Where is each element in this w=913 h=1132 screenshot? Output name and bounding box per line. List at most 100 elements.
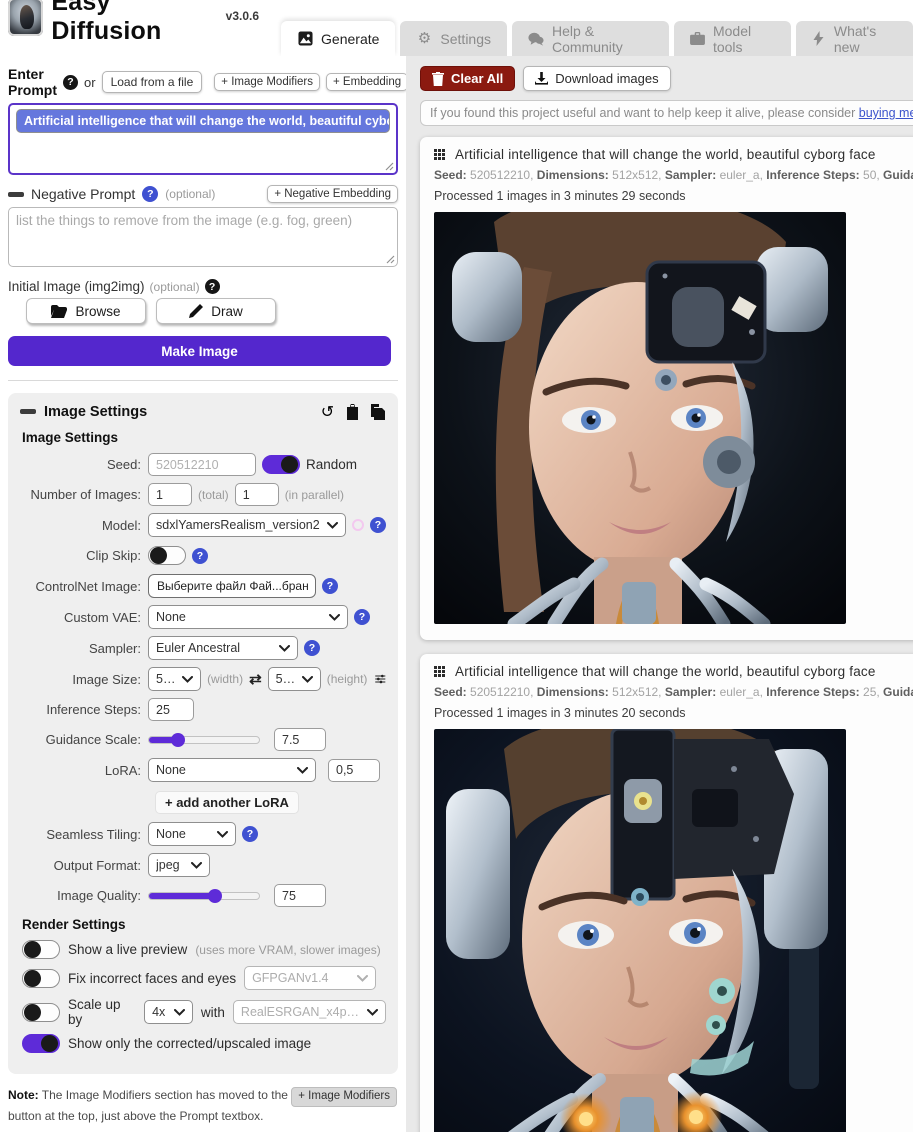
output-format-select[interactable]: jpeg [148, 853, 210, 877]
seamless-tiling-help-icon[interactable]: ? [242, 826, 258, 842]
clip-skip-help-icon[interactable]: ? [192, 548, 208, 564]
controlnet-help-icon[interactable]: ? [322, 578, 338, 594]
custom-vae-help-icon[interactable]: ? [354, 609, 370, 625]
sampler-select[interactable]: Euler Ancestral [148, 636, 298, 660]
custom-vae-select[interactable]: None [148, 605, 348, 629]
num-images-total-input[interactable] [148, 483, 192, 506]
chevron-down-icon [217, 831, 228, 838]
model-select[interactable]: sdxlYamersRealism_version2 [148, 513, 346, 537]
support-message: If you found this project useful and wan… [420, 100, 913, 126]
tab-label: Model tools [713, 23, 775, 55]
negative-prompt-help-icon[interactable]: ? [142, 186, 158, 202]
result-image-1[interactable] [434, 212, 846, 624]
tab-whats-new[interactable]: What's new [796, 21, 913, 56]
add-lora-button[interactable]: + add another LoRA [155, 791, 299, 814]
clip-skip-toggle[interactable] [148, 546, 186, 565]
load-from-file-button[interactable]: Load from a file [102, 71, 203, 93]
make-image-button[interactable]: Make Image [8, 336, 391, 366]
random-label: Random [306, 457, 357, 472]
result-title: Artificial intelligence that will change… [455, 664, 876, 679]
negative-prompt-label: Negative Prompt [31, 186, 135, 202]
model-reload-icon[interactable] [352, 519, 364, 531]
embedding-button[interactable]: + Embedding [326, 73, 408, 91]
width-hint: (width) [207, 672, 243, 686]
total-hint: (total) [198, 488, 229, 502]
upscale-model-select[interactable]: RealESRGAN_x4plus [233, 1000, 386, 1024]
sampler-help-icon[interactable]: ? [304, 640, 320, 656]
image-modifiers-button[interactable]: + Image Modifiers [214, 73, 320, 91]
upscale-factor-select[interactable]: 4x [144, 1000, 193, 1024]
upscale-toggle[interactable] [22, 1003, 60, 1022]
tab-generate[interactable]: Generate [281, 21, 395, 56]
prompt-help-icon[interactable]: ? [63, 75, 78, 90]
chevron-down-icon [297, 767, 308, 774]
chevron-down-icon [302, 676, 313, 683]
fix-faces-toggle[interactable] [22, 969, 60, 988]
paste-settings-icon[interactable] [344, 403, 361, 420]
negative-prompt-input[interactable]: list the things to remove from the image… [8, 207, 398, 267]
collapse-handle-icon[interactable] [8, 192, 24, 197]
controlnet-file-input[interactable]: Выберите файл Фай...бран [148, 574, 316, 598]
random-seed-toggle[interactable] [262, 455, 300, 474]
buy-coffee-link[interactable]: buying me a coffee [859, 106, 913, 120]
browse-button[interactable]: Browse [26, 298, 146, 324]
draw-button[interactable]: Draw [156, 298, 276, 324]
swap-dimensions-icon[interactable]: ⇄ [249, 670, 262, 688]
chevron-down-icon [367, 1009, 378, 1016]
or-text: or [84, 75, 96, 90]
prompt-label: Enter Prompt [8, 66, 57, 98]
inference-steps-label: Inference Steps: [20, 702, 148, 717]
tab-label: Help & Community [552, 23, 653, 55]
show-corrected-label: Show only the corrected/upscaled image [68, 1036, 311, 1051]
live-preview-label: Show a live preview [68, 942, 187, 957]
output-format-label: Output Format: [20, 858, 148, 873]
lora-weight-input[interactable] [328, 759, 380, 782]
height-select[interactable]: 512 (*) [268, 667, 321, 691]
prompt-input[interactable]: Artificial intelligence that will change… [8, 103, 398, 175]
chevron-down-icon [174, 1009, 185, 1016]
tab-help-community[interactable]: Help & Community [512, 21, 669, 56]
width-select[interactable]: 512 (*) [148, 667, 201, 691]
init-image-help-icon[interactable]: ? [205, 279, 220, 294]
show-corrected-toggle[interactable] [22, 1034, 60, 1053]
drag-handle-icon[interactable] [434, 666, 445, 677]
negative-embedding-button[interactable]: + Negative Embedding [267, 185, 398, 203]
pencil-icon [189, 304, 203, 318]
resize-grip-icon[interactable] [385, 162, 394, 171]
image-quality-input[interactable] [274, 884, 326, 907]
inference-steps-input[interactable] [148, 698, 194, 721]
init-image-optional: (optional) [150, 280, 200, 294]
guidance-scale-input[interactable] [274, 728, 326, 751]
seed-input[interactable] [148, 453, 256, 476]
live-preview-toggle[interactable] [22, 940, 60, 959]
copy-settings-icon[interactable] [369, 403, 386, 420]
size-options-icon[interactable] [375, 672, 386, 686]
clear-all-button[interactable]: Clear All [420, 66, 515, 91]
seed-label: Seed: [20, 457, 148, 472]
resize-grip-icon[interactable] [386, 255, 395, 264]
guidance-scale-slider[interactable] [148, 736, 260, 744]
negative-optional-hint: (optional) [165, 187, 215, 201]
chat-icon [528, 31, 544, 47]
lora-select[interactable]: None [148, 758, 316, 782]
easy-diffusion-app: Easy Diffusion v3.0.6 Generate ⚙ Setting… [0, 0, 913, 1132]
drag-handle-icon[interactable] [434, 149, 445, 160]
tab-model-tools[interactable]: Model tools [674, 21, 791, 56]
tab-label: What's new [834, 23, 897, 55]
chevron-down-icon [279, 645, 290, 652]
image-quality-slider[interactable] [148, 892, 260, 900]
reset-settings-icon[interactable]: ↺ [319, 403, 336, 420]
chevron-down-icon [191, 862, 202, 869]
seamless-tiling-select[interactable]: None [148, 822, 236, 846]
download-images-button[interactable]: Download images [523, 66, 670, 91]
app-version: v3.0.6 [226, 9, 259, 25]
processed-status: Processed 1 images in 3 minutes 29 secon… [434, 189, 913, 203]
fix-faces-model-select[interactable]: GFPGANv1.4 [244, 966, 376, 990]
model-help-icon[interactable]: ? [370, 517, 386, 533]
result-image-2[interactable] [434, 729, 846, 1132]
toolbox-icon [690, 31, 705, 47]
tab-settings[interactable]: ⚙ Settings [400, 21, 507, 56]
collapse-handle-icon[interactable] [20, 409, 36, 414]
upscale-prefix-label: Scale up by [68, 997, 136, 1027]
num-images-parallel-input[interactable] [235, 483, 279, 506]
